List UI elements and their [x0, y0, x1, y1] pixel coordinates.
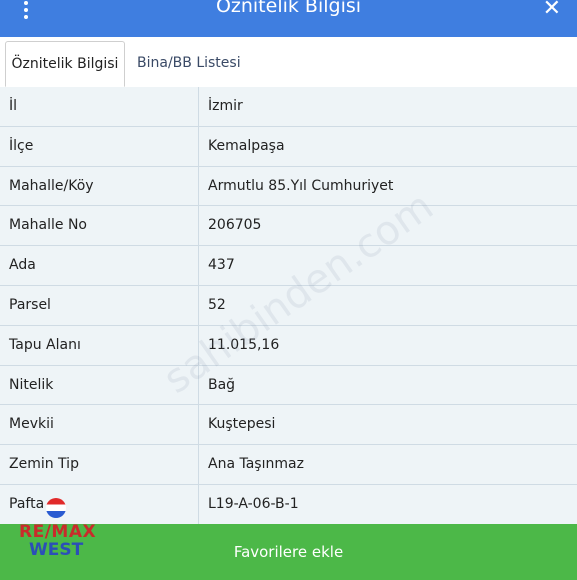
row-label: İl	[9, 98, 18, 114]
row-value: Ana Taşınmaz	[208, 456, 304, 473]
row-value: 437	[208, 257, 235, 274]
balloon-icon	[46, 498, 66, 518]
logo-line2: WEST	[29, 540, 84, 560]
row-value: 206705	[208, 217, 262, 234]
table-row: Zemin Tip Ana Taşınmaz	[0, 445, 577, 485]
tab-oznitelik-bilgisi[interactable]: Öznitelik Bilgisi	[5, 41, 125, 87]
table-row: İlçe Kemalpaşa	[0, 126, 577, 167]
row-label: İlçe	[9, 137, 34, 154]
row-label: Zemin Tip	[9, 456, 79, 473]
row-label: Parsel	[9, 296, 51, 313]
row-label: Mevkii	[9, 416, 54, 433]
row-label: Nitelik	[9, 376, 54, 393]
table-row: Mevkii Kuştepesi	[0, 405, 577, 446]
row-label: Mahalle/Köy	[9, 177, 94, 194]
row-label: Ada	[9, 257, 36, 274]
close-icon[interactable]: ✕	[543, 0, 561, 23]
row-value: Kemalpaşa	[208, 137, 285, 154]
table-row: Mahalle No 206705	[0, 206, 577, 247]
title-bar: Öznitelik Bilgisi ✕	[0, 0, 577, 37]
logo-line1: RE/MAX	[19, 522, 97, 542]
row-value: İzmir	[208, 98, 243, 114]
row-value: Armutlu 85.Yıl Cumhuriyet	[208, 177, 394, 194]
row-value: Kuştepesi	[208, 416, 276, 433]
column-divider	[198, 87, 199, 524]
tab-bina-bb-listesi[interactable]: Bina/BB Listesi	[137, 41, 241, 87]
table-row: Nitelik Bağ	[0, 365, 577, 406]
tab-bar: Öznitelik Bilgisi Bina/BB Listesi	[0, 37, 577, 88]
remax-logo: RE/MAX WEST	[19, 498, 99, 572]
table-row: Tapu Alanı 11.015,16	[0, 325, 577, 366]
row-value: L19-A-06-B-1	[208, 495, 299, 512]
dialog-title: Öznitelik Bilgisi	[215, 0, 362, 17]
row-label: Tapu Alanı	[9, 336, 81, 353]
table-row: İl İzmir	[0, 87, 577, 127]
table-row: Mahalle/Köy Armutlu 85.Yıl Cumhuriyet	[0, 166, 577, 207]
row-label: Mahalle No	[9, 217, 87, 234]
